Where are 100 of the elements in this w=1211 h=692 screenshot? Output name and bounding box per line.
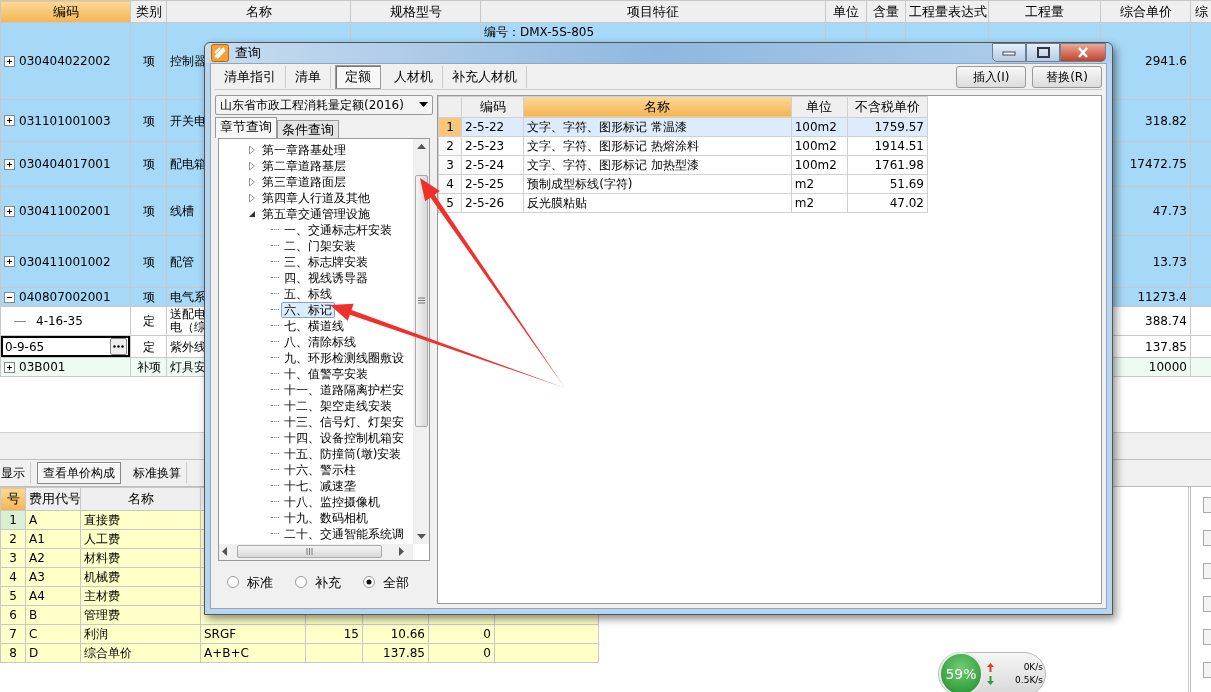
- maximize-button[interactable]: [1026, 43, 1060, 62]
- column-header[interactable]: 综合单价: [1100, 0, 1191, 23]
- column-header[interactable]: 工程量表达式: [905, 0, 989, 23]
- collapsed-arrow-icon[interactable]: [247, 176, 257, 187]
- feature-text: 编号：DMX-5S-805: [484, 24, 596, 41]
- tree-item[interactable]: 九、环形检测线圈敷设: [281, 349, 407, 366]
- quota-set-dropdown[interactable]: 山东省市政工程消耗量定额(2016): [215, 94, 433, 115]
- tree-item[interactable]: 十三、信号灯、灯架安: [281, 413, 407, 430]
- tree-item[interactable]: 十八、监控摄像机: [281, 493, 383, 510]
- radio-button[interactable]: [295, 576, 307, 589]
- column-header[interactable]: 类别: [130, 0, 167, 23]
- collapsed-arrow-icon[interactable]: [247, 160, 257, 171]
- tree-item[interactable]: 十五、防撞筒(墩)安装: [281, 445, 405, 462]
- tree-item[interactable]: 十四、设备控制机箱安: [281, 429, 407, 446]
- column-header[interactable]: 规格型号: [350, 0, 481, 23]
- upload-arrow-icon: [987, 663, 994, 672]
- replace-button[interactable]: 替换(R): [1032, 66, 1102, 88]
- table-cell: 2-5-23: [461, 136, 524, 155]
- expand-icon[interactable]: [4, 361, 15, 373]
- expand-icon[interactable]: [4, 55, 15, 67]
- scroll-left-icon[interactable]: [222, 547, 227, 556]
- more-button[interactable]: [110, 338, 127, 355]
- expand-icon[interactable]: [4, 205, 15, 217]
- app-icon: [211, 43, 229, 62]
- tree-item[interactable]: 十九、数码相机: [281, 509, 371, 526]
- expand-icon[interactable]: [4, 256, 15, 267]
- tree-item[interactable]: 十二、架空走线安装: [281, 397, 395, 414]
- collapsed-arrow-icon[interactable]: [247, 144, 257, 155]
- expand-icon[interactable]: [4, 158, 15, 170]
- column-header[interactable]: 项目特征: [480, 0, 826, 23]
- tab[interactable]: 清单指引: [215, 66, 286, 88]
- tab[interactable]: 定额: [335, 65, 381, 89]
- tree-item[interactable]: 三、标志牌安装: [281, 253, 371, 270]
- expand-icon[interactable]: [4, 115, 15, 126]
- scroll-right-icon[interactable]: [399, 547, 404, 556]
- radio-button[interactable]: [363, 576, 375, 589]
- table-cell: 51.69: [847, 174, 928, 193]
- close-button[interactable]: [1060, 43, 1106, 62]
- column-header[interactable]: 名称: [523, 96, 792, 117]
- radio-label[interactable]: 补充: [315, 572, 341, 592]
- tree-item[interactable]: 四、视线诱导器: [281, 269, 371, 286]
- tab[interactable]: 条件查询: [277, 119, 339, 138]
- radio-label[interactable]: 全部: [383, 572, 409, 592]
- scrollbar-thumb[interactable]: [237, 545, 382, 558]
- tree-item[interactable]: 八、清除标线: [281, 333, 359, 350]
- tree-item[interactable]: 十七、减速垄: [281, 477, 359, 494]
- column-header[interactable]: 单位: [825, 0, 867, 23]
- column-header[interactable]: 编码: [461, 96, 524, 117]
- code-input[interactable]: 0-9-65: [1, 336, 130, 357]
- column-header[interactable]: 含量: [866, 0, 906, 23]
- scroll-up-icon[interactable]: [416, 143, 426, 149]
- grip-icon: [306, 548, 313, 555]
- tree-item[interactable]: 第三章道路面层: [259, 173, 349, 190]
- insert-button[interactable]: 插入(I): [956, 66, 1026, 88]
- download-arrow-icon: [987, 676, 994, 685]
- table-cell: m2: [791, 193, 848, 212]
- radio-label[interactable]: 标准: [247, 572, 273, 592]
- minimize-button[interactable]: [992, 43, 1026, 62]
- column-header[interactable]: 名称: [166, 0, 351, 23]
- scroll-down-icon[interactable]: [416, 533, 426, 539]
- column-header[interactable]: 工程量: [988, 0, 1101, 23]
- tab[interactable]: 补充人材机: [443, 66, 527, 88]
- column-header[interactable]: 不含税单价: [847, 96, 928, 117]
- table-cell: 项: [130, 141, 167, 187]
- tree-item[interactable]: 二十、交通智能系统调: [281, 525, 407, 542]
- column-header[interactable]: 单位: [791, 96, 848, 117]
- radio-button[interactable]: [227, 576, 239, 589]
- tree-item[interactable]: 五、标线: [281, 285, 335, 302]
- tree-item[interactable]: 第一章路基处理: [259, 141, 349, 158]
- column-header[interactable]: 名称: [80, 487, 201, 511]
- column-header[interactable]: 号: [0, 487, 26, 511]
- tab[interactable]: 查看单价构成: [37, 462, 121, 484]
- table-cell: 1761.98: [847, 155, 928, 174]
- tree-item[interactable]: 第五章交通管理设施: [259, 205, 373, 222]
- tree-item[interactable]: 七、横道线: [281, 317, 347, 334]
- table-cell-text: 线槽: [170, 205, 195, 218]
- table-cell-text: 灯具安: [170, 361, 207, 374]
- scrollbar-thumb[interactable]: [414, 174, 428, 427]
- column-header[interactable]: 综: [1190, 0, 1211, 23]
- table-cell: 100m2: [791, 136, 848, 155]
- tab[interactable]: 人材机: [385, 66, 443, 88]
- tab[interactable]: 标准换算: [127, 462, 187, 484]
- table-cell: 100m2: [791, 155, 848, 174]
- tree-item[interactable]: 十六、警示柱: [281, 461, 359, 478]
- close-icon: [1077, 47, 1089, 58]
- tree-item[interactable]: 六、标记: [281, 301, 335, 318]
- tree-item[interactable]: 十、值警亭安装: [281, 365, 371, 382]
- tree-item[interactable]: 二、门架安装: [281, 237, 359, 254]
- collapse-icon[interactable]: [4, 291, 15, 303]
- tree-item[interactable]: 第二章道路基层: [259, 157, 349, 174]
- column-header[interactable]: 编码: [0, 0, 131, 23]
- tree-item[interactable]: 第四章人行道及其他: [259, 189, 373, 206]
- tab[interactable]: 清单: [286, 66, 331, 88]
- table-cell: 项: [130, 99, 167, 142]
- tab[interactable]: 章节查询: [215, 116, 277, 138]
- collapsed-arrow-icon[interactable]: [247, 192, 257, 203]
- tree-item[interactable]: 一、交通标志杆安装: [281, 221, 395, 238]
- table-cell: 2-5-26: [461, 193, 524, 212]
- tree-item[interactable]: 十一、道路隔离护栏安: [281, 381, 407, 398]
- tab[interactable]: 显示: [0, 462, 31, 484]
